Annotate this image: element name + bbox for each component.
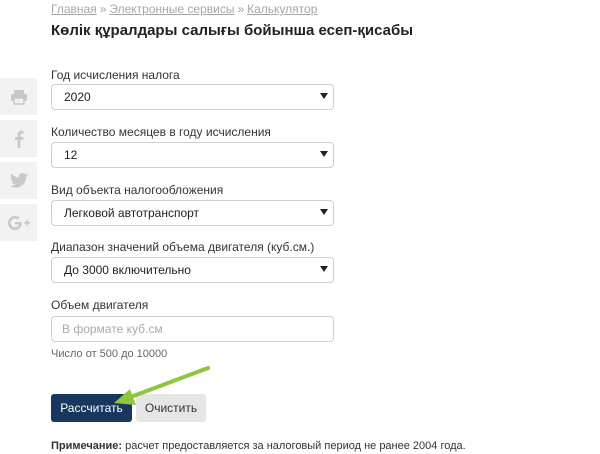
engine-volume-label: Объем двигателя (51, 298, 149, 312)
twitter-icon (9, 173, 28, 188)
engine-range-label: Диапазон значений объема двигателя (куб.… (51, 240, 315, 254)
note-text: расчет предоставляется за налоговый пери… (122, 440, 466, 452)
note: Примечание: расчет предоставляется за на… (51, 440, 466, 452)
google-plus-share-button[interactable] (0, 204, 37, 241)
dropdown-arrow-icon (320, 151, 328, 157)
months-select[interactable]: 12 (51, 142, 334, 168)
dropdown-arrow-icon (320, 209, 328, 215)
object-type-label: Вид объекта налогообложения (51, 183, 224, 197)
annotation-arrow-icon (114, 366, 210, 405)
page-title: Көлік құралдары салығы бойынша есеп-қиса… (51, 22, 414, 39)
facebook-share-button[interactable] (0, 120, 37, 157)
months-label: Количество месяцев в году исчисления (51, 125, 271, 139)
months-select-value: 12 (64, 148, 78, 162)
print-button[interactable] (0, 78, 37, 115)
twitter-share-button[interactable] (0, 162, 37, 199)
year-select[interactable]: 2020 (51, 84, 334, 110)
google-plus-icon (7, 215, 30, 230)
breadcrumb-separator: » (99, 2, 107, 16)
object-type-select[interactable]: Легковой автотранспорт (51, 200, 334, 226)
print-icon (10, 89, 27, 105)
breadcrumb: Главная» Электронные сервисы» Калькулятор (51, 2, 317, 16)
breadcrumb-services-link[interactable]: Электронные сервисы (109, 2, 234, 16)
breadcrumb-separator: » (237, 2, 245, 16)
year-label: Год исчисления налога (51, 68, 180, 82)
breadcrumb-calculator-link[interactable]: Калькулятор (247, 2, 317, 16)
object-type-select-value: Легковой автотранспорт (64, 206, 200, 220)
engine-range-select[interactable]: До 3000 включительно (51, 257, 334, 283)
facebook-icon (14, 130, 24, 148)
engine-volume-hint: Число от 500 до 10000 (51, 348, 168, 360)
dropdown-arrow-icon (320, 93, 328, 99)
share-sidebar (0, 78, 38, 246)
engine-range-select-value: До 3000 включительно (64, 263, 191, 277)
breadcrumb-home-link[interactable]: Главная (51, 2, 97, 16)
dropdown-arrow-icon (320, 266, 328, 272)
year-select-value: 2020 (64, 90, 91, 104)
note-label: Примечание: (51, 440, 123, 452)
engine-volume-input[interactable] (51, 316, 334, 342)
